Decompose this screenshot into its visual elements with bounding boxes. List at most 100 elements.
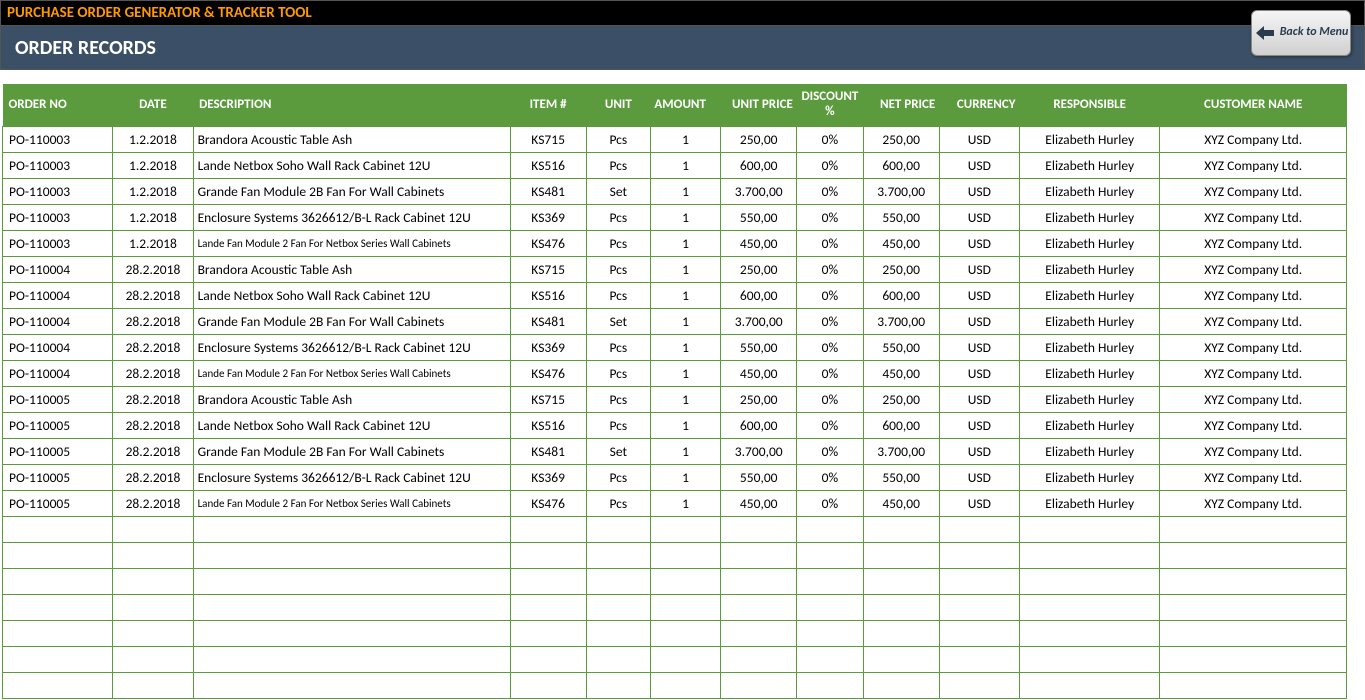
- cell-empty: [193, 516, 510, 542]
- cell-date: 1.2.2018: [113, 204, 193, 230]
- table-row-empty[interactable]: [3, 594, 1347, 620]
- cell-desc: Grande Fan Module 2B Fan For Wall Cabine…: [193, 438, 510, 464]
- cell-responsible: Elizabeth Hurley: [1019, 412, 1159, 438]
- cell-netprice: 600,00: [863, 152, 939, 178]
- table-row-empty[interactable]: [3, 672, 1347, 698]
- cell-customer: XYZ Company Ltd.: [1160, 360, 1347, 386]
- page-header: ORDER RECORDS: [0, 26, 1365, 70]
- cell-discount: 0%: [797, 204, 863, 230]
- table-row[interactable]: PO-11000528.2.2018Lande Netbox Soho Wall…: [3, 412, 1347, 438]
- cell-unit: Set: [586, 438, 650, 464]
- cell-customer: XYZ Company Ltd.: [1160, 490, 1347, 516]
- col-header-customer: CUSTOMER NAME: [1160, 84, 1347, 126]
- table-row[interactable]: PO-11000528.2.2018Enclosure Systems 3626…: [3, 464, 1347, 490]
- cell-empty: [650, 620, 720, 646]
- cell-desc: Lande Fan Module 2 Fan For Netbox Series…: [193, 360, 510, 386]
- table-row-empty[interactable]: [3, 542, 1347, 568]
- cell-desc: Lande Fan Module 2 Fan For Netbox Series…: [193, 230, 510, 256]
- cell-netprice: 600,00: [863, 282, 939, 308]
- cell-date: 28.2.2018: [113, 412, 193, 438]
- cell-empty: [113, 568, 193, 594]
- cell-order: PO-110003: [3, 152, 113, 178]
- cell-discount: 0%: [797, 152, 863, 178]
- back-button-label: Back to Menu: [1280, 26, 1349, 39]
- table-row[interactable]: PO-1100031.2.2018Enclosure Systems 36266…: [3, 204, 1347, 230]
- table-row[interactable]: PO-11000528.2.2018Grande Fan Module 2B F…: [3, 438, 1347, 464]
- cell-amount: 1: [650, 464, 720, 490]
- cell-order: PO-110004: [3, 256, 113, 282]
- back-to-menu-button[interactable]: Back to Menu: [1251, 10, 1351, 56]
- col-header-netprice: NET PRICE: [863, 84, 939, 126]
- cell-responsible: Elizabeth Hurley: [1019, 490, 1159, 516]
- table-row[interactable]: PO-1100031.2.2018Lande Fan Module 2 Fan …: [3, 230, 1347, 256]
- table-row[interactable]: PO-11000528.2.2018Lande Fan Module 2 Fan…: [3, 490, 1347, 516]
- cell-unitprice: 550,00: [721, 464, 797, 490]
- cell-empty: [3, 516, 113, 542]
- cell-empty: [113, 620, 193, 646]
- table-row[interactable]: PO-11000428.2.2018Lande Fan Module 2 Fan…: [3, 360, 1347, 386]
- cell-date: 28.2.2018: [113, 308, 193, 334]
- cell-empty: [586, 594, 650, 620]
- table-row-empty[interactable]: [3, 516, 1347, 542]
- cell-discount: 0%: [797, 412, 863, 438]
- cell-empty: [939, 542, 1019, 568]
- cell-empty: [3, 542, 113, 568]
- cell-currency: USD: [939, 152, 1019, 178]
- cell-unit: Pcs: [586, 334, 650, 360]
- cell-currency: USD: [939, 386, 1019, 412]
- cell-empty: [650, 542, 720, 568]
- table-row[interactable]: PO-11000428.2.2018Brandora Acoustic Tabl…: [3, 256, 1347, 282]
- cell-responsible: Elizabeth Hurley: [1019, 334, 1159, 360]
- cell-responsible: Elizabeth Hurley: [1019, 126, 1159, 152]
- table-row[interactable]: PO-11000428.2.2018Lande Netbox Soho Wall…: [3, 282, 1347, 308]
- cell-empty: [939, 672, 1019, 698]
- cell-desc: Lande Fan Module 2 Fan For Netbox Series…: [193, 490, 510, 516]
- cell-empty: [939, 568, 1019, 594]
- cell-customer: XYZ Company Ltd.: [1160, 178, 1347, 204]
- table-row[interactable]: PO-11000428.2.2018Grande Fan Module 2B F…: [3, 308, 1347, 334]
- table-row[interactable]: PO-11000528.2.2018Brandora Acoustic Tabl…: [3, 386, 1347, 412]
- cell-empty: [797, 516, 863, 542]
- cell-item: KS715: [510, 126, 586, 152]
- cell-empty: [863, 620, 939, 646]
- cell-order: PO-110004: [3, 360, 113, 386]
- cell-order: PO-110005: [3, 386, 113, 412]
- cell-empty: [1160, 646, 1347, 672]
- cell-netprice: 550,00: [863, 464, 939, 490]
- table-row-empty[interactable]: [3, 568, 1347, 594]
- cell-responsible: Elizabeth Hurley: [1019, 438, 1159, 464]
- cell-empty: [586, 672, 650, 698]
- cell-empty: [1160, 672, 1347, 698]
- cell-unit: Set: [586, 178, 650, 204]
- table-header-row: ORDER NO DATE DESCRIPTION ITEM # UNIT AM…: [3, 84, 1347, 126]
- table-row[interactable]: PO-11000428.2.2018Enclosure Systems 3626…: [3, 334, 1347, 360]
- table-row[interactable]: PO-1100031.2.2018Lande Netbox Soho Wall …: [3, 152, 1347, 178]
- cell-unitprice: 550,00: [721, 204, 797, 230]
- col-header-unitprice: UNIT PRICE: [721, 84, 797, 126]
- cell-responsible: Elizabeth Hurley: [1019, 256, 1159, 282]
- cell-empty: [650, 672, 720, 698]
- cell-empty: [721, 542, 797, 568]
- cell-empty: [863, 542, 939, 568]
- cell-unit: Pcs: [586, 204, 650, 230]
- page-title: ORDER RECORDS: [15, 36, 156, 60]
- cell-empty: [863, 568, 939, 594]
- col-header-responsible: RESPONSIBLE: [1019, 84, 1159, 126]
- table-row[interactable]: PO-1100031.2.2018Brandora Acoustic Table…: [3, 126, 1347, 152]
- cell-date: 1.2.2018: [113, 230, 193, 256]
- cell-customer: XYZ Company Ltd.: [1160, 412, 1347, 438]
- cell-responsible: Elizabeth Hurley: [1019, 152, 1159, 178]
- cell-customer: XYZ Company Ltd.: [1160, 256, 1347, 282]
- cell-empty: [3, 672, 113, 698]
- cell-netprice: 3.700,00: [863, 438, 939, 464]
- cell-amount: 1: [650, 412, 720, 438]
- cell-unit: Pcs: [586, 152, 650, 178]
- cell-discount: 0%: [797, 230, 863, 256]
- table-row[interactable]: PO-1100031.2.2018Grande Fan Module 2B Fa…: [3, 178, 1347, 204]
- table-row-empty[interactable]: [3, 620, 1347, 646]
- cell-desc: Lande Netbox Soho Wall Rack Cabinet 12U: [193, 282, 510, 308]
- cell-date: 28.2.2018: [113, 360, 193, 386]
- table-row-empty[interactable]: [3, 646, 1347, 672]
- cell-empty: [586, 646, 650, 672]
- cell-empty: [1019, 672, 1159, 698]
